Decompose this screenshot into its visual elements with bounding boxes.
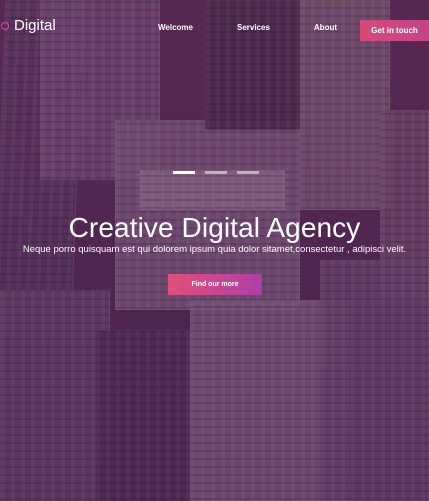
hero-subtitle: Neque porro quisquam est qui dolorem ips… (22, 244, 407, 255)
hero-content: Digital Welcome Services About Get in to… (0, 0, 429, 501)
nav-item-about[interactable]: About (314, 23, 337, 32)
brand-name: Digital (14, 17, 56, 34)
top-navigation: Welcome Services About (158, 23, 337, 32)
carousel-indicator-3[interactable] (237, 171, 259, 174)
find-our-more-button[interactable]: Find our more (168, 274, 262, 295)
hero-section: Digital Welcome Services About Get in to… (0, 0, 429, 501)
get-in-touch-button[interactable]: Get in touch (360, 20, 429, 41)
carousel-indicators (173, 171, 259, 174)
nav-item-welcome[interactable]: Welcome (158, 23, 193, 32)
carousel-indicator-1[interactable] (173, 171, 195, 174)
ring-icon (1, 21, 9, 30)
hero-title: Creative Digital Agency (68, 212, 361, 243)
nav-item-services[interactable]: Services (237, 23, 270, 32)
carousel-indicator-2[interactable] (205, 171, 227, 174)
brand-logo[interactable]: Digital (1, 18, 56, 33)
